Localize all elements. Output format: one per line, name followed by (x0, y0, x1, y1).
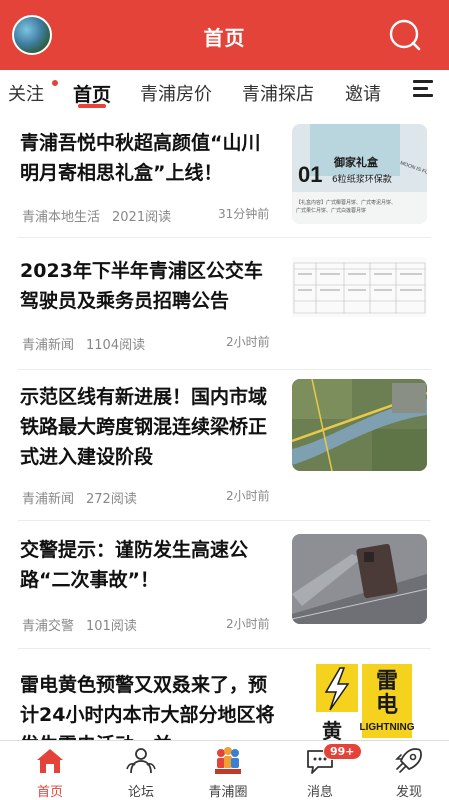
article-thumbnail[interactable] (292, 534, 427, 624)
article-title[interactable]: 交警提示：谨防发生高速公路“二次事故”！ (20, 535, 275, 595)
divider (18, 369, 431, 370)
warning-english: LIGHTNING (360, 722, 415, 733)
article-source: 青浦交警 (22, 619, 75, 634)
message-badge: 99+ (323, 743, 362, 760)
article-source: 青浦新闻 (22, 338, 75, 353)
divider (18, 520, 431, 521)
page-title: 首页 (203, 26, 246, 50)
article-time: 31分钟前 (218, 207, 270, 221)
nav-home-label: 首页 (36, 785, 63, 800)
category-tabs: 关注 首页 青浦房价 青浦探店 邀请 (0, 70, 449, 118)
gift-box-image: 01 御家礼盒 6粒纸浆环保款 MOON IS FULL 【礼盒内容】广式椰蓉月… (292, 124, 427, 224)
tab-housing-price[interactable]: 青浦房价 (140, 80, 212, 106)
rocket-icon (395, 748, 422, 773)
article-views: 1104阅读 (86, 338, 146, 353)
nav-forum[interactable]: 论坛 (106, 745, 176, 800)
top-header: 首页 (0, 0, 449, 70)
tab-follow[interactable]: 关注 (8, 80, 44, 106)
tab-invite[interactable]: 邀请 (345, 80, 381, 106)
aerial-bridge-image (292, 379, 427, 471)
divider (18, 648, 431, 649)
article-thumbnail[interactable]: 01 御家礼盒 6粒纸浆环保款 MOON IS FULL 【礼盒内容】广式椰蓉月… (292, 124, 427, 224)
article-thumbnail[interactable]: 雷 电 LIGHTNING 黄 (306, 660, 416, 742)
nav-messages[interactable]: 99+ 消息 (285, 743, 362, 800)
article-time: 2小时前 (226, 489, 270, 503)
article-meta: 青浦交警 101阅读 (22, 615, 137, 634)
thumb-line2: 6粒纸浆环保款 (332, 173, 392, 185)
forum-icon (126, 748, 156, 774)
highway-accident-image (292, 534, 427, 624)
nav-home[interactable]: 首页 (15, 745, 85, 800)
home-icon (37, 749, 63, 773)
nav-discover-label: 发现 (395, 785, 422, 800)
warning-char-3: 黄 (322, 719, 342, 742)
lightning-warning-image: 雷 电 LIGHTNING 黄 (306, 660, 416, 742)
divider (18, 237, 431, 238)
thumb-line1: 御家礼盒 (333, 155, 379, 169)
tab-home[interactable]: 首页 (73, 80, 111, 107)
search-icon[interactable] (388, 18, 422, 52)
thumb-number: 01 (298, 162, 322, 187)
thumb-note1: 【礼盒内容】广式椰蓉月饼、广式枣泥月饼、 (296, 199, 396, 206)
article-meta: 青浦本地生活 2021阅读 (22, 206, 171, 225)
article-views: 2021阅读 (112, 210, 172, 225)
article-meta: 青浦新闻 1104阅读 (22, 334, 145, 353)
document-table-image (292, 257, 427, 317)
article-time: 2小时前 (226, 617, 270, 631)
menu-icon[interactable] (413, 80, 435, 98)
thumb-note2: 广式果仁月饼、广式白莲蓉月饼 (296, 207, 366, 214)
active-tab-indicator (78, 104, 106, 108)
bottom-nav: 首页 论坛 青浦圈 99+ 消息 发现 (0, 740, 449, 800)
article-title[interactable]: 2023年下半年青浦区公交车驾驶员及乘务员招聘公告 (20, 256, 275, 316)
article-source: 青浦新闻 (22, 492, 75, 507)
app-page: 首页 关注 首页 青浦房价 青浦探店 邀请 青浦吾悦中秋超高颜值“山川明月寄相思… (0, 0, 449, 800)
unread-dot (52, 80, 58, 86)
community-icon (215, 747, 241, 774)
nav-messages-label: 消息 (306, 785, 333, 800)
article-source: 青浦本地生活 (22, 210, 101, 225)
warning-char-2: 电 (376, 693, 398, 718)
article-meta: 青浦新闻 272阅读 (22, 488, 137, 507)
nav-discover[interactable]: 发现 (374, 745, 444, 800)
article-title[interactable]: 示范区线有新进展！国内市域铁路最大跨度钢混连续梁桥正式进入建设阶段 (20, 382, 275, 472)
nav-community-label: 青浦圈 (208, 785, 248, 800)
nav-community[interactable]: 青浦圈 (193, 745, 263, 800)
article-thumbnail[interactable] (292, 379, 427, 471)
warning-char-1: 雷 (376, 669, 398, 694)
nav-forum-label: 论坛 (127, 785, 154, 800)
article-views: 272阅读 (86, 492, 137, 507)
tab-store-visit[interactable]: 青浦探店 (242, 80, 314, 106)
article-thumbnail[interactable] (292, 257, 427, 317)
article-views: 101阅读 (86, 619, 137, 634)
article-time: 2小时前 (226, 335, 270, 349)
article-title[interactable]: 青浦吾悦中秋超高颜值“山川明月寄相思礼盒”上线！ (20, 128, 275, 188)
